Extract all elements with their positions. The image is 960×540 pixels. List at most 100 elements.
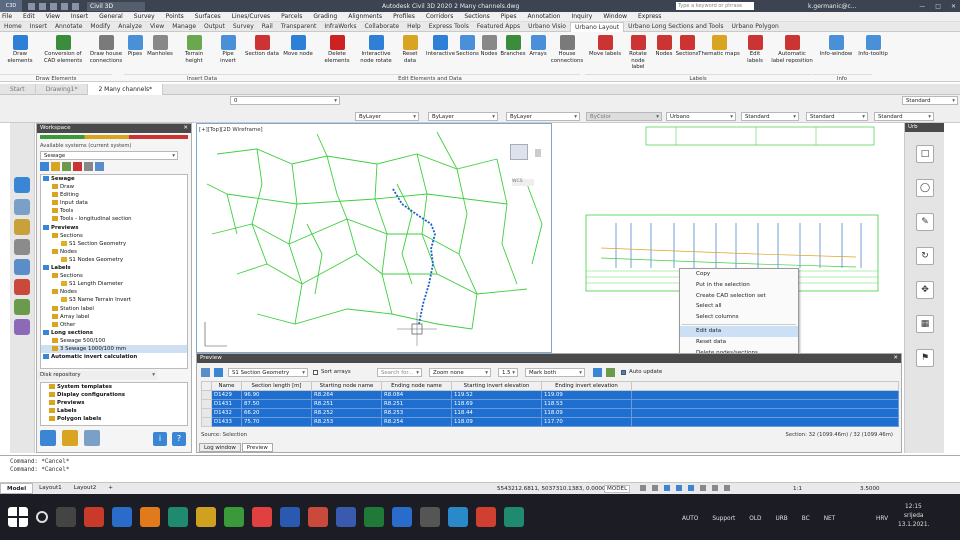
ribbon-button-8[interactable]: Section data xyxy=(244,35,280,58)
bottom-panel-tab[interactable]: Log window xyxy=(199,443,241,452)
urbano-select[interactable]: Urbano xyxy=(666,112,736,121)
app-logo[interactable]: C3D xyxy=(0,0,22,12)
ribbon-button-15[interactable]: Nodes xyxy=(480,35,498,58)
linetype-select[interactable]: ByLayer xyxy=(428,112,498,121)
layout2-tab[interactable]: Layout2 xyxy=(68,483,103,494)
mleader-style-select[interactable]: Standard xyxy=(902,96,958,105)
ribbon-button-1[interactable]: Draw elements xyxy=(2,35,38,64)
ribbon-tab-insert[interactable]: Insert xyxy=(26,23,51,30)
ribbon-tab-analyze[interactable]: Analyze xyxy=(114,23,146,30)
ribbon-button-25[interactable]: Automatic label reposition xyxy=(771,35,813,64)
table-cell[interactable]: 118.44 xyxy=(451,408,542,418)
tree-node[interactable]: Other xyxy=(41,321,187,329)
table-cell[interactable]: R8.264 xyxy=(311,390,382,400)
save-icon[interactable] xyxy=(50,2,57,10)
tree-node[interactable]: Editing xyxy=(41,191,187,199)
word-icon[interactable] xyxy=(280,507,300,527)
table-cell[interactable]: 96.90 xyxy=(241,390,312,400)
table-cell[interactable]: 118.53 xyxy=(541,399,632,409)
ribbon-button-7[interactable]: Pipe invert xyxy=(214,35,242,64)
sort-arrays-checkbox[interactable] xyxy=(313,370,318,375)
ribbon-button-5[interactable]: Manholes xyxy=(146,35,174,58)
repository-node[interactable]: System templates xyxy=(41,383,187,391)
ribbon-tab-express-tools[interactable]: Express Tools xyxy=(425,23,473,30)
config-icon[interactable] xyxy=(84,430,100,446)
menu-surfaces[interactable]: Surfaces xyxy=(193,13,221,20)
table-cell[interactable]: R8.084 xyxy=(381,390,452,400)
ribbon-tab-manage[interactable]: Manage xyxy=(168,23,200,30)
tray-toolbar-item[interactable]: AUTO xyxy=(682,516,698,522)
repository-node[interactable]: Polygon labels xyxy=(41,415,187,423)
pdf-icon[interactable] xyxy=(476,507,496,527)
profile-icon[interactable] xyxy=(14,279,30,295)
viewport-label[interactable]: [+][Top][2D Wireframe] xyxy=(199,127,263,133)
repository-node[interactable]: Labels xyxy=(41,407,187,415)
ribbon-tab-annotate[interactable]: Annotate xyxy=(51,23,86,30)
menu-alignments[interactable]: Alignments xyxy=(346,13,382,20)
menu-insert[interactable]: Insert xyxy=(69,13,88,20)
ribbon-button-20[interactable]: Rotate node label xyxy=(624,35,652,71)
menu-edit[interactable]: Edit xyxy=(21,13,35,20)
table-cell[interactable]: D1431 xyxy=(211,399,242,409)
ribbon-button-17[interactable]: Arrays xyxy=(528,35,548,58)
export-icon[interactable] xyxy=(606,368,615,377)
tree-node[interactable]: S1 Section Geometry xyxy=(41,240,187,248)
network-icon[interactable] xyxy=(14,259,30,275)
info-icon[interactable]: i xyxy=(153,432,167,446)
disk-repository-select[interactable]: Disk repository xyxy=(37,371,157,380)
menu-express[interactable]: Express xyxy=(636,13,661,20)
ribbon-button-14[interactable]: Sections xyxy=(456,35,479,58)
rotate-tool-icon[interactable]: ↻ xyxy=(916,247,934,265)
ribbon-tab-transparent[interactable]: Transparent xyxy=(277,23,321,30)
pipe-icon[interactable] xyxy=(14,239,30,255)
snap-icon[interactable] xyxy=(652,485,658,491)
view-cube[interactable] xyxy=(510,144,528,160)
preview-search-input[interactable]: Search for... xyxy=(377,368,422,377)
table-cell[interactable]: 118.09 xyxy=(451,417,542,427)
ribbon-tab-urbano-long-sections-and-tools[interactable]: Urbano Long Sections and Tools xyxy=(624,23,727,30)
ribbon-tab-help[interactable]: Help xyxy=(403,23,425,30)
ribbon-button-19[interactable]: Move labels xyxy=(588,35,622,58)
windows-start-icon[interactable] xyxy=(8,507,28,527)
firefox-icon[interactable] xyxy=(140,507,160,527)
model-viewport[interactable]: WCS xyxy=(196,123,552,353)
ribbon-tab-infraworks[interactable]: InfraWorks xyxy=(320,23,360,30)
undo-icon[interactable] xyxy=(61,2,68,10)
context-menu-item[interactable]: Copy xyxy=(680,269,798,280)
tray-toolbar-item[interactable]: Support xyxy=(712,516,735,522)
document-tab[interactable]: Drawing1* xyxy=(36,83,89,95)
ribbon-tab-view[interactable]: View xyxy=(146,23,168,30)
ribbon-tab-featured-apps[interactable]: Featured Apps xyxy=(473,23,524,30)
ribbon-button-6[interactable]: Terrain height xyxy=(176,35,212,64)
column-header[interactable]: Starting invert elevation xyxy=(451,381,542,391)
text-style-select[interactable]: Standard xyxy=(741,112,799,121)
document-icon[interactable]: □ xyxy=(916,145,934,163)
table-cell[interactable]: R8.251 xyxy=(381,399,452,409)
ribbon-tab-urbano-visio[interactable]: Urbano Visio xyxy=(524,23,570,30)
tray-toolbar-item[interactable]: BC xyxy=(802,516,810,522)
civil3d-icon[interactable] xyxy=(168,507,188,527)
ribbon-button-16[interactable]: Branches xyxy=(500,35,526,58)
add-layout-icon[interactable]: + xyxy=(102,483,119,494)
menu-grading[interactable]: Grading xyxy=(311,13,337,20)
tray-toolbar-item[interactable]: OLD xyxy=(749,516,761,522)
lineweight-icon[interactable] xyxy=(712,485,718,491)
settings-icon[interactable] xyxy=(95,162,104,171)
database-icon[interactable] xyxy=(40,430,56,446)
search-icon[interactable] xyxy=(36,511,48,523)
polar-icon[interactable] xyxy=(676,485,682,491)
sections-table[interactable]: Name Section length [m] Starting node name… xyxy=(201,381,899,427)
table-cell[interactable]: 66.20 xyxy=(241,408,312,418)
grid-tool-icon[interactable]: ▦ xyxy=(916,315,934,333)
add-icon[interactable] xyxy=(62,162,71,171)
table-cell[interactable]: 75.70 xyxy=(241,417,312,427)
app-icon[interactable] xyxy=(224,507,244,527)
zoom-factor-input[interactable]: 1.5 xyxy=(498,368,518,377)
tools-icon[interactable] xyxy=(14,219,30,235)
table-cell[interactable]: 118.69 xyxy=(451,399,542,409)
table-row[interactable]: D1432 66.20 R8.252 R8.253 118.44 118.09 xyxy=(201,408,899,418)
label-tool-icon[interactable]: ⚑ xyxy=(916,349,934,367)
model-tab[interactable]: Model xyxy=(0,483,34,494)
ribbon-button-23[interactable]: Thematic maps xyxy=(698,35,740,58)
skype-icon[interactable] xyxy=(420,507,440,527)
